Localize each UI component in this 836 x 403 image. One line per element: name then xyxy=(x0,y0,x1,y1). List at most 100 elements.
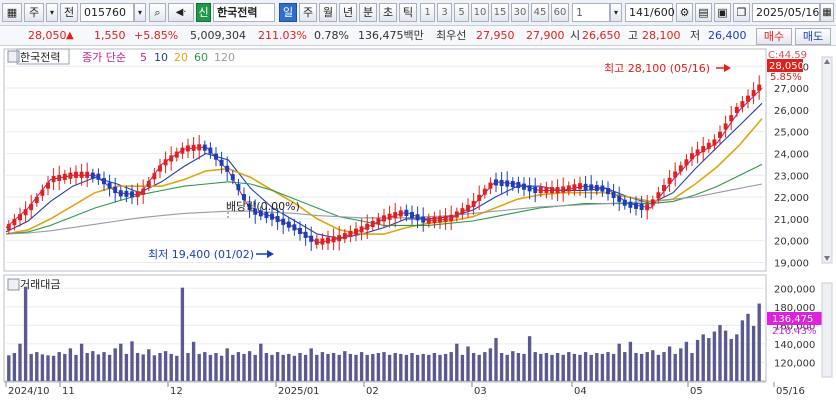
volume-bar xyxy=(102,352,106,381)
volume-bar xyxy=(410,353,414,381)
volume-bar xyxy=(326,353,330,381)
save-icon[interactable]: ▣ xyxy=(714,3,731,22)
turnover-rate: 0.78% xyxy=(314,29,349,42)
prev-button[interactable]: 전 xyxy=(60,3,78,22)
volume-menu-icon[interactable] xyxy=(7,278,20,291)
interval-15[interactable]: 15 xyxy=(491,3,509,22)
window-icon[interactable]: ❐ xyxy=(733,3,750,22)
candle-body xyxy=(102,178,106,185)
candle-body xyxy=(230,174,235,181)
interval-45[interactable]: 45 xyxy=(531,3,549,22)
period-day[interactable]: 일 xyxy=(279,3,297,22)
candle-body xyxy=(566,185,571,192)
candle-body xyxy=(684,159,689,166)
buy-button[interactable]: 매수 xyxy=(756,28,792,45)
candle-body xyxy=(622,199,627,206)
period-week[interactable]: 주 xyxy=(299,3,317,22)
candle-body xyxy=(275,216,280,223)
candle-body xyxy=(466,204,470,211)
candle-body xyxy=(589,184,594,191)
prev-label: 전 xyxy=(63,6,75,19)
candle-body xyxy=(141,188,146,195)
search-icon[interactable]: ⌕ xyxy=(149,3,166,22)
period-minute[interactable]: 분 xyxy=(359,3,377,22)
interval-5[interactable]: 5 xyxy=(454,3,469,22)
interval-10[interactable]: 10 xyxy=(471,3,489,22)
chart-area: 28,00027,00026,00025,00024,00023,00022,0… xyxy=(0,47,836,400)
period-year[interactable]: 년 xyxy=(339,3,357,22)
volume-bar xyxy=(113,348,117,381)
candle-body xyxy=(208,147,213,154)
period-second[interactable]: 초 xyxy=(379,3,397,22)
best-ask: 27,950 xyxy=(476,29,515,42)
period-day-label: 일 xyxy=(282,6,294,19)
volume-bar xyxy=(516,353,521,381)
candle-body xyxy=(729,115,734,122)
volume-bar xyxy=(511,351,515,381)
period-tick[interactable]: 틱 xyxy=(399,3,417,22)
candle-body xyxy=(124,190,129,197)
stock-code-input[interactable]: 015760 xyxy=(80,3,134,22)
code-dropdown-icon[interactable]: ▾ xyxy=(134,3,146,22)
candle-body xyxy=(488,182,493,189)
sell-button[interactable]: 매도 xyxy=(795,28,831,45)
low-label: 저 xyxy=(690,29,701,42)
volume-bar xyxy=(740,320,745,381)
period-month[interactable]: 월 xyxy=(319,3,337,22)
market-dropdown-icon[interactable]: ▾ xyxy=(46,3,58,22)
price-scrollbar[interactable] xyxy=(821,56,833,264)
volume-bar xyxy=(701,334,705,381)
interval-60[interactable]: 60 xyxy=(551,3,569,22)
candle-body xyxy=(611,191,616,198)
candle-body xyxy=(522,183,526,190)
volume-bar xyxy=(259,343,263,381)
candle-body xyxy=(533,186,538,194)
interval-1[interactable]: 1 xyxy=(420,3,435,22)
sound-icon[interactable]: ◀· xyxy=(168,3,194,22)
settings-icon[interactable]: ⚙ xyxy=(676,3,693,22)
market-select[interactable]: 주 xyxy=(24,3,44,22)
current-price: 28,050 xyxy=(28,29,67,42)
trade-amount: 136,475백만 xyxy=(358,29,424,42)
volume-bar xyxy=(309,348,313,381)
price-change-pct: +5.85% xyxy=(134,29,179,42)
candle-body xyxy=(365,223,370,230)
interval-dropdown-icon[interactable]: ▾ xyxy=(610,3,622,22)
volume-bar xyxy=(315,354,319,381)
volume-bar xyxy=(460,354,465,381)
interval-30[interactable]: 30 xyxy=(511,3,529,22)
candle-body xyxy=(499,179,504,187)
volume-bar xyxy=(662,352,666,381)
calendar-icon[interactable]: ▦ xyxy=(820,3,834,22)
price-tick-label: 23,000 xyxy=(774,171,809,182)
volume-bar xyxy=(387,354,392,381)
candle-body xyxy=(667,177,672,184)
volume-bar xyxy=(12,353,17,381)
chart-icon[interactable]: ▦ xyxy=(2,3,22,22)
candle-body xyxy=(370,220,375,228)
price-tick-label: 21,000 xyxy=(774,215,809,226)
open-label: 시 xyxy=(570,29,581,42)
layout-icon[interactable]: ▤ xyxy=(695,3,712,22)
candle-body xyxy=(544,187,549,194)
volume-bar xyxy=(572,353,577,381)
interval-input[interactable]: 1 xyxy=(572,3,610,22)
date-input[interactable]: 2025/05/16 xyxy=(752,3,820,22)
volume-bar xyxy=(679,348,683,381)
volume-bar xyxy=(567,352,571,381)
volume-bar xyxy=(695,339,700,381)
volume-scrollbar[interactable] xyxy=(821,282,833,378)
x-tick-label: 05/16 xyxy=(776,386,805,397)
stock-chart: 28,00027,00026,00025,00024,00023,00022,0… xyxy=(0,47,836,400)
period-second-label: 초 xyxy=(382,6,394,19)
volume-bar xyxy=(494,338,498,381)
volume-bar xyxy=(550,354,554,381)
count-input[interactable]: 141/600 xyxy=(625,3,675,22)
volume-bar xyxy=(303,354,308,381)
candle-body xyxy=(516,181,521,189)
candle-body xyxy=(712,139,717,146)
candle-body xyxy=(757,84,762,91)
volume-bar xyxy=(348,353,353,381)
legend-ma5: 5 xyxy=(140,51,147,64)
interval-3[interactable]: 3 xyxy=(437,3,452,22)
